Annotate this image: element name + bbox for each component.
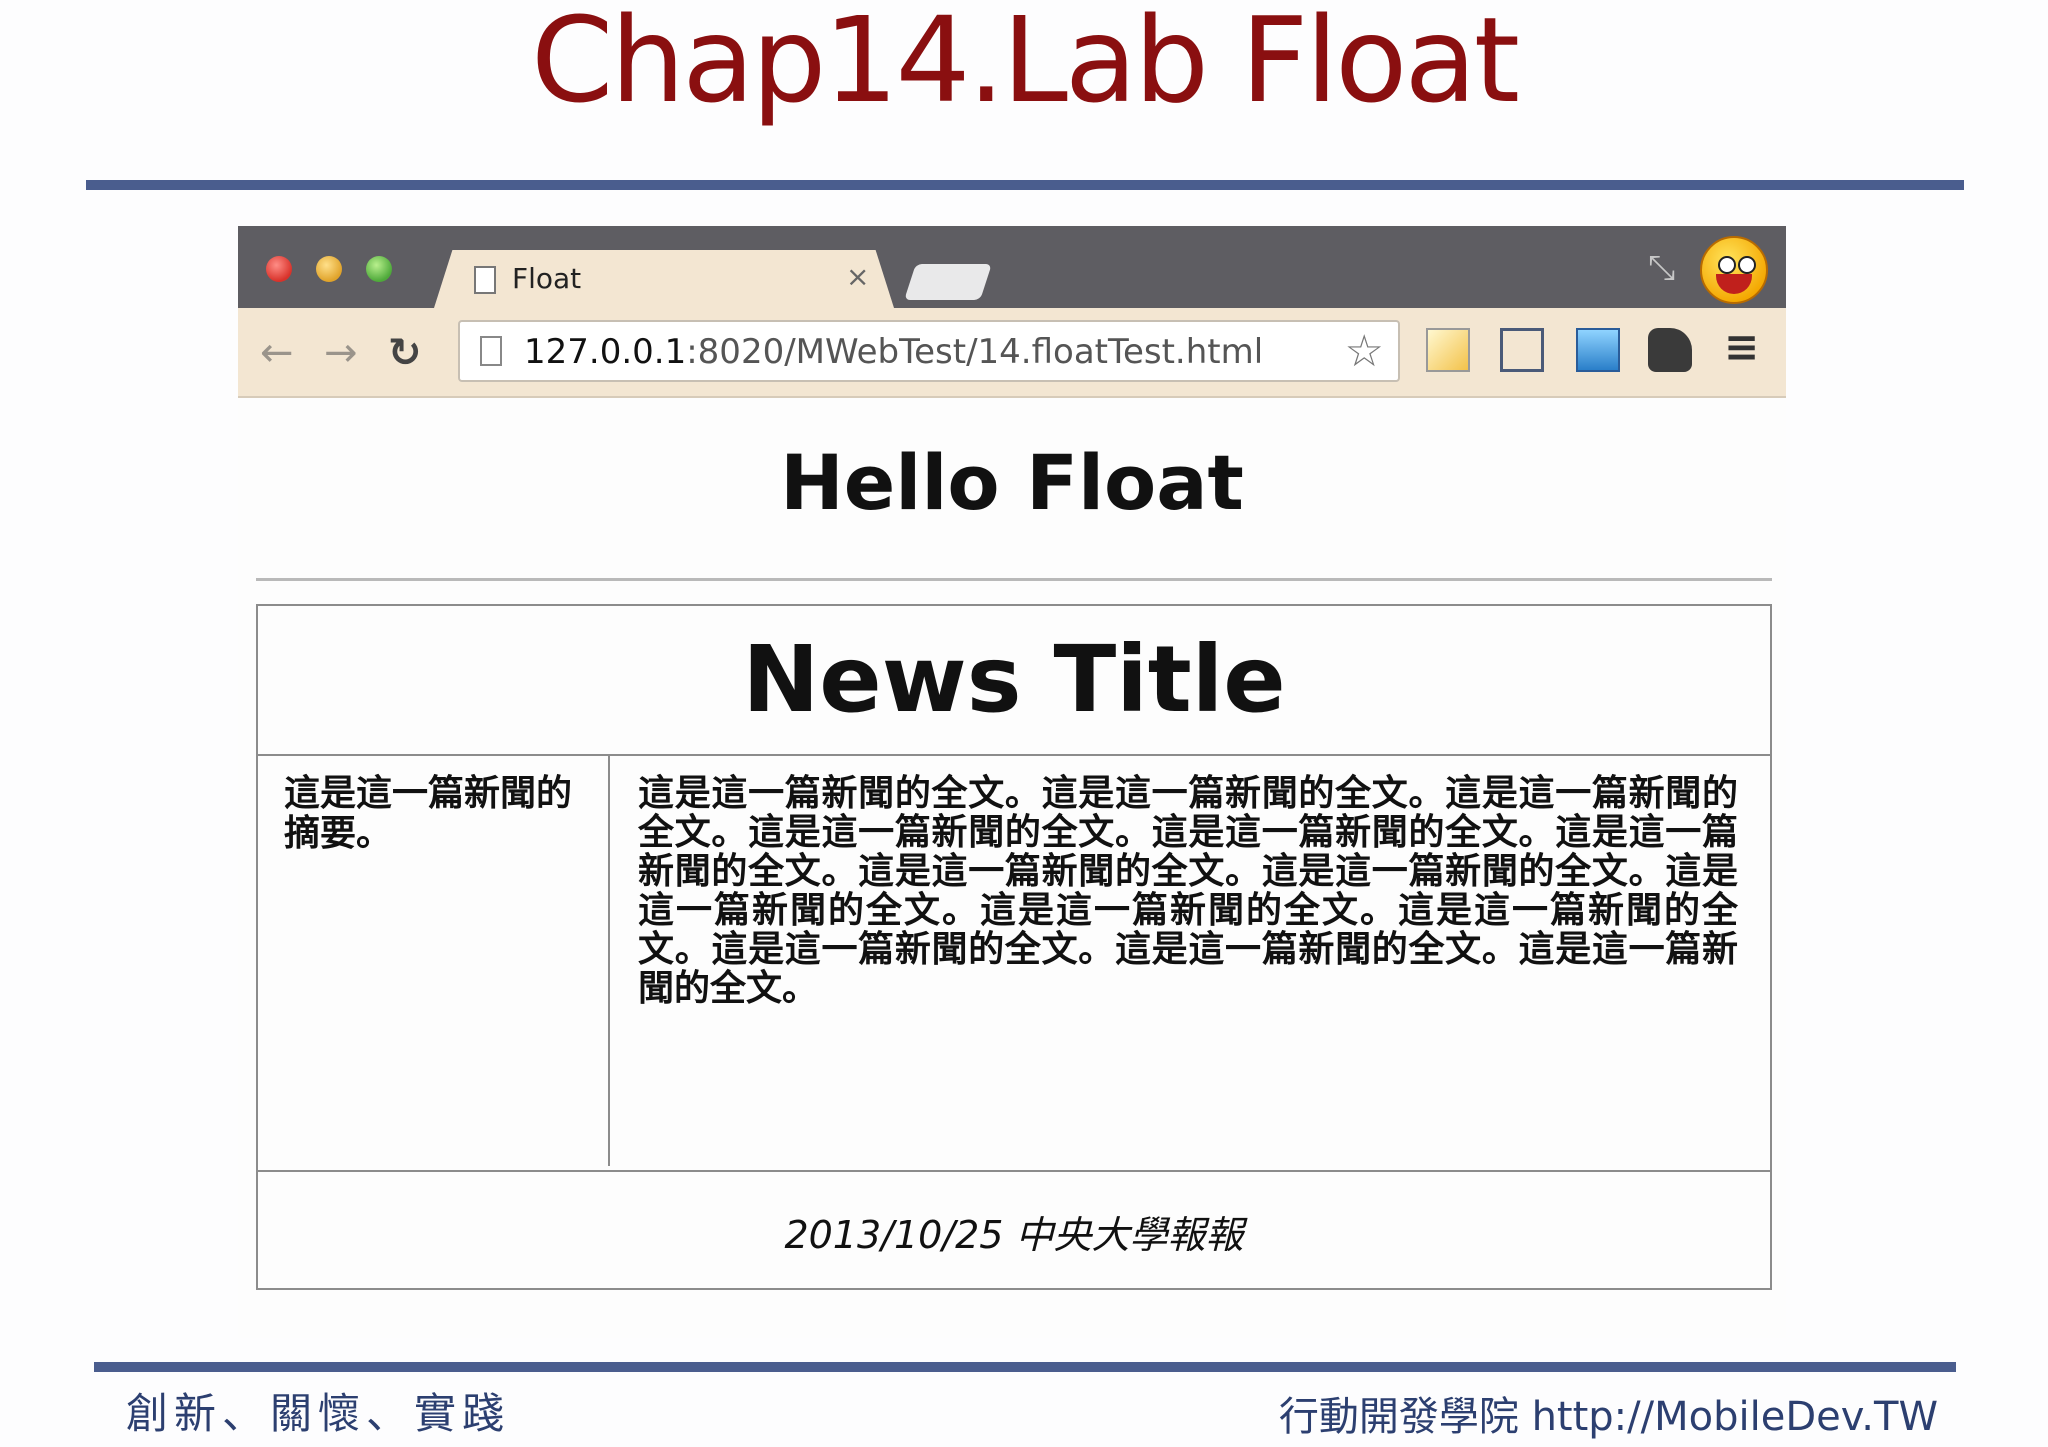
news-container: News Title 這是這一篇新聞的摘要。 這是這一篇新聞的全文。這是這一篇新… [256,604,1772,1290]
news-content: 這是這一篇新聞的全文。這是這一篇新聞的全文。這是這一篇新聞的全文。這是這一篇新聞… [638,773,1738,1009]
address-bar[interactable]: 127.0.0.1:8020/MWebTest/14.floatTest.htm… [458,320,1400,382]
slide-title: Chap14.Lab Float [531,0,1520,129]
slide-footer-motto: 創新、關懷、實踐 [126,1389,511,1438]
news-footer-divider [258,1170,1770,1172]
forward-arrow-icon[interactable]: → [324,330,358,376]
smiley-avatar-icon[interactable] [1700,236,1768,304]
url-host: 127.0.0.1 [524,332,687,372]
close-window-icon[interactable] [266,256,292,282]
slide-footer-site: 行動開發學院 http://MobileDev.TW [1278,1394,1938,1440]
tab-float[interactable]: Float × [434,250,894,308]
news-header-divider [258,754,1770,756]
zoom-window-icon[interactable] [366,256,392,282]
back-arrow-icon[interactable]: ← [260,330,294,376]
browser-toolbar: ← → ↻ 127.0.0.1:8020/MWebTest/14.floatTe… [238,308,1786,398]
tab-close-icon[interactable]: × [846,260,869,293]
edit-extension-icon[interactable] [1426,328,1470,372]
gallery-icon[interactable] [1576,328,1620,372]
top-divider [86,180,1964,190]
page-viewport: Hello Float News Title 這是這一篇新聞的摘要。 這是這一篇… [238,398,1786,1338]
page-icon [480,336,502,366]
menu-icon[interactable]: ≡ [1724,322,1759,371]
restore-icon[interactable]: ⤡ [1648,248,1675,288]
bottom-divider [94,1362,1956,1372]
page-divider [256,578,1772,581]
reload-icon[interactable]: ↻ [388,330,422,376]
tab-bar: Float × ⤡ [238,226,1786,308]
column-divider [608,756,610,1166]
minimize-window-icon[interactable] [316,256,342,282]
evernote-icon[interactable] [1648,328,1692,372]
news-title: News Title [742,626,1286,733]
new-tab-button[interactable] [904,264,992,300]
url-path: :8020/MWebTest/14.floatTest.html [686,332,1264,372]
page-heading: Hello Float [780,438,1244,527]
page-icon [474,266,496,294]
star-icon[interactable]: ☆ [1345,326,1384,377]
url-text[interactable]: 127.0.0.1:8020/MWebTest/14.floatTest.htm… [524,332,1263,372]
news-summary: 這是這一篇新聞的摘要。 [284,773,573,854]
news-footer: 2013/10/25 中央大學報報 [784,1213,1244,1257]
tab-title: Float [512,262,582,295]
browser-window: Float × ⤡ ← → ↻ 127.0.0.1:8020/MWebTest/… [238,226,1786,1338]
screen-capture-icon[interactable] [1500,328,1544,372]
